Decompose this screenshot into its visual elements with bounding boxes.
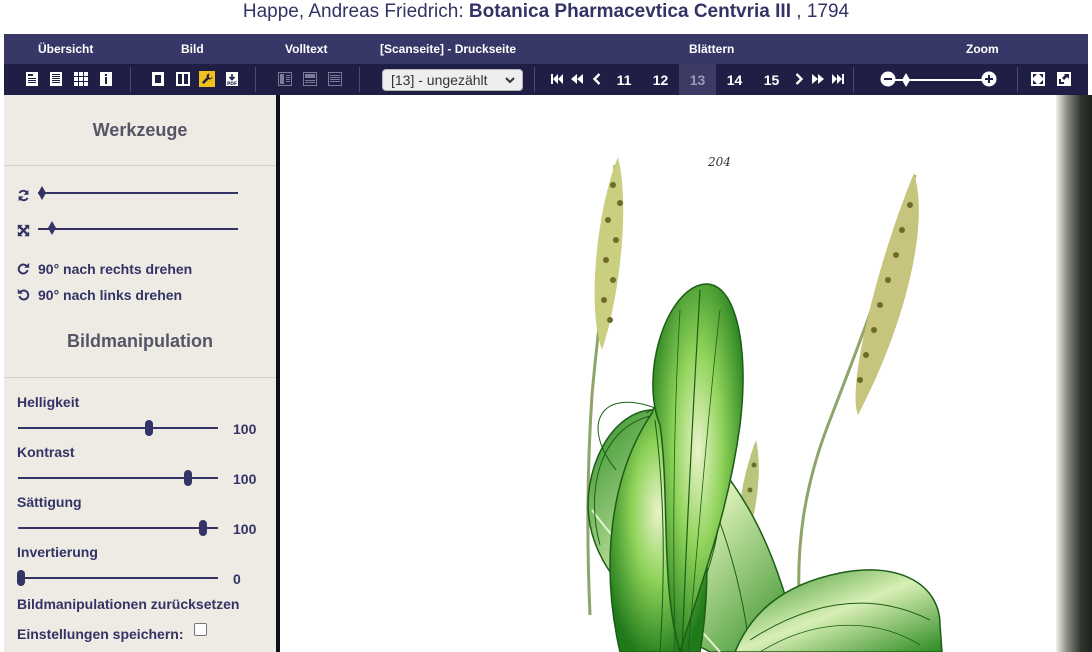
page-link-12[interactable]: 12 <box>642 64 679 95</box>
brightness-value: 100 <box>233 421 257 437</box>
botanical-plate-image <box>586 157 943 652</box>
fullscreen-icon[interactable] <box>1055 70 1073 88</box>
single-page-icon[interactable] <box>23 70 41 88</box>
save-settings-label: Einstellungen speichern: <box>17 626 184 642</box>
page-select[interactable]: [13] - ungezählt <box>382 69 523 91</box>
chevron-down-icon <box>505 77 515 84</box>
toolbar: PDF [13] - ungezählt 11 12 13 14 15 <box>4 64 1088 95</box>
rotation-slider[interactable] <box>38 192 238 194</box>
rotate-icon <box>18 189 29 202</box>
reset-manipulations-link[interactable]: Bildmanipulationen zurücksetzen <box>17 596 239 612</box>
image-manipulation-heading: Bildmanipulation <box>67 331 213 351</box>
rotate-right-link[interactable]: 90° nach rechts drehen <box>38 261 192 277</box>
first-page-icon[interactable] <box>548 70 566 88</box>
label-scanpage: [Scanseite] - Druckseite <box>380 42 517 56</box>
saturation-slider-thumb[interactable] <box>199 520 207 536</box>
page-select-value: [13] - ungezählt <box>391 72 488 88</box>
page-link-15[interactable]: 15 <box>753 64 790 95</box>
save-settings-checkbox[interactable] <box>194 623 207 636</box>
image-viewer[interactable]: 204 <box>280 95 1092 652</box>
toolbar-separator <box>853 67 854 92</box>
fulltext-side-by-side-icon[interactable] <box>276 70 294 88</box>
divider <box>4 165 276 166</box>
toolbar-separator <box>534 67 535 92</box>
double-page-icon[interactable] <box>174 70 192 88</box>
inversion-label: Invertierung <box>17 544 98 560</box>
thumbnail-grid-icon[interactable] <box>72 70 90 88</box>
scale-slider-thumb[interactable] <box>48 221 56 235</box>
contrast-label: Kontrast <box>17 444 75 460</box>
contrast-value: 100 <box>233 471 257 487</box>
rotate-left-link[interactable]: 90° nach links drehen <box>38 287 182 303</box>
previous-page-icon[interactable] <box>588 70 606 88</box>
next-page-icon[interactable] <box>790 70 808 88</box>
single-view-icon[interactable] <box>149 70 167 88</box>
label-fulltext: Volltext <box>285 42 328 56</box>
fit-to-window-icon[interactable] <box>1029 70 1047 88</box>
work-title: Botanica Pharmacevtica Centvria III <box>468 1 791 22</box>
fulltext-only-icon[interactable] <box>326 70 344 88</box>
info-icon[interactable] <box>97 70 115 88</box>
page-edge-shadow <box>1056 95 1092 652</box>
brightness-slider-thumb[interactable] <box>145 420 153 436</box>
fast-backward-icon[interactable] <box>568 70 586 88</box>
svg-text:PDF: PDF <box>227 81 237 87</box>
page-link-11[interactable]: 11 <box>606 64 642 95</box>
tools-sidebar: Werkzeuge 90° nach rechts drehen 90° nac… <box>4 95 276 652</box>
saturation-slider[interactable] <box>18 527 218 529</box>
toolbar-section-labels: Übersicht Bild Volltext [Scanseite] - Dr… <box>4 34 1088 64</box>
last-page-icon[interactable] <box>829 70 847 88</box>
saturation-label: Sättigung <box>17 494 82 510</box>
label-overview: Übersicht <box>38 42 94 56</box>
fulltext-below-icon[interactable] <box>301 70 319 88</box>
fast-forward-icon[interactable] <box>809 70 827 88</box>
toolbar-separator <box>1017 67 1018 92</box>
contrast-slider-thumb[interactable] <box>184 470 192 486</box>
inversion-value: 0 <box>233 571 241 587</box>
table-of-contents-icon[interactable] <box>47 70 65 88</box>
pdf-download-icon[interactable]: PDF <box>223 70 241 88</box>
publication-year: 1794 <box>806 1 850 22</box>
expand-arrows-icon <box>17 224 30 237</box>
tools-wrench-icon[interactable] <box>198 70 216 88</box>
zoom-slider-thumb[interactable] <box>902 73 910 87</box>
toolbar-separator <box>130 67 131 92</box>
page-annotation: 204 <box>708 155 731 169</box>
tools-heading: Werkzeuge <box>92 120 188 140</box>
divider <box>4 377 276 378</box>
inversion-slider-thumb[interactable] <box>17 570 25 586</box>
toolbar-separator <box>359 67 360 92</box>
rotate-left-icon <box>17 288 30 301</box>
label-zoom: Zoom <box>966 42 999 56</box>
toolbar-separator <box>255 67 256 92</box>
brightness-label: Helligkeit <box>17 394 80 410</box>
label-browse: Blättern <box>689 42 735 56</box>
inversion-slider[interactable] <box>18 577 218 579</box>
page-link-14[interactable]: 14 <box>716 64 753 95</box>
rotation-slider-thumb[interactable] <box>38 186 46 200</box>
document-title: Happe, Andreas Friedrich: Botanica Pharm… <box>0 0 1092 34</box>
rotate-right-icon <box>17 262 30 275</box>
author-name: Happe, Andreas Friedrich: <box>242 1 464 22</box>
brightness-slider[interactable] <box>18 427 218 429</box>
scale-slider[interactable] <box>38 228 238 230</box>
title-separator: , <box>796 1 802 22</box>
saturation-value: 100 <box>233 521 257 537</box>
zoom-in-icon[interactable] <box>980 70 998 88</box>
page-link-13-current[interactable]: 13 <box>679 64 716 95</box>
label-image: Bild <box>181 42 204 56</box>
